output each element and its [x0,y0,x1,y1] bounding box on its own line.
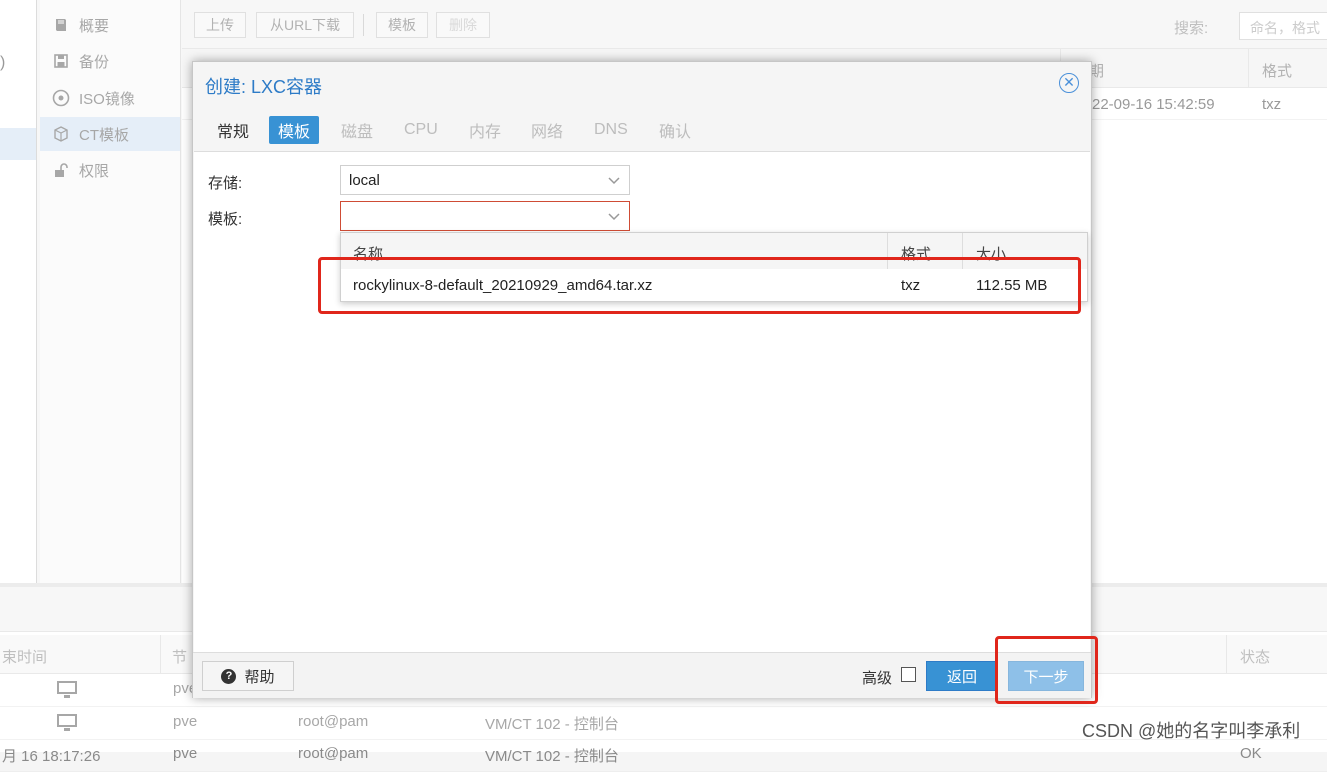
back-button[interactable]: 返回 [926,661,998,691]
watermark-text: CSDN @她的名字叫李承利 [1082,721,1301,741]
chevron-down-icon [608,177,620,185]
tab-dns[interactable]: DNS [585,116,637,144]
close-icon[interactable]: ✕ [1059,73,1079,93]
task-end-time: 月 16 18:17:26 [2,748,101,765]
template-label: 模板: [208,211,243,228]
tab-confirm[interactable]: 确认 [650,116,700,144]
tab-general[interactable]: 常规 [208,116,258,144]
wizard-tabs: 常规 模板 磁盘 CPU 内存 网络 DNS 确认 [193,112,1091,150]
advanced-label: 高级 [862,670,893,687]
tab-template[interactable]: 模板 [269,116,320,144]
question-icon: ? [221,668,237,684]
annotation-highlight-template-row [318,257,1081,314]
advanced-checkbox[interactable] [901,667,916,682]
template-select[interactable] [340,201,630,231]
help-button[interactable]: ? 帮助 [202,661,294,691]
storage-value: local [349,172,380,189]
storage-select[interactable]: local [340,165,630,195]
storage-label: 存储: [208,175,243,192]
tab-memory[interactable]: 内存 [460,116,510,144]
dialog-title: 创建: LXC容器 [205,77,323,97]
help-label: 帮助 [244,668,275,686]
task-description: VM/CT 102 - 控制台 [485,748,619,765]
chevron-down-icon [608,213,620,221]
tab-disk[interactable]: 磁盘 [332,116,382,144]
dialog-footer: ? 帮助 高级 返回 下一步 [193,652,1091,698]
tab-network[interactable]: 网络 [522,116,572,144]
create-lxc-dialog: 创建: LXC容器 ✕ 常规 模板 磁盘 CPU 内存 网络 DNS 确认 存储… [192,61,1092,698]
annotation-highlight-next-button [995,636,1098,704]
wizard-panel: 存储: local 模板: 名称 格式 大小 rockylinux-8-defa… [194,151,1090,653]
tab-cpu[interactable]: CPU [395,116,447,144]
